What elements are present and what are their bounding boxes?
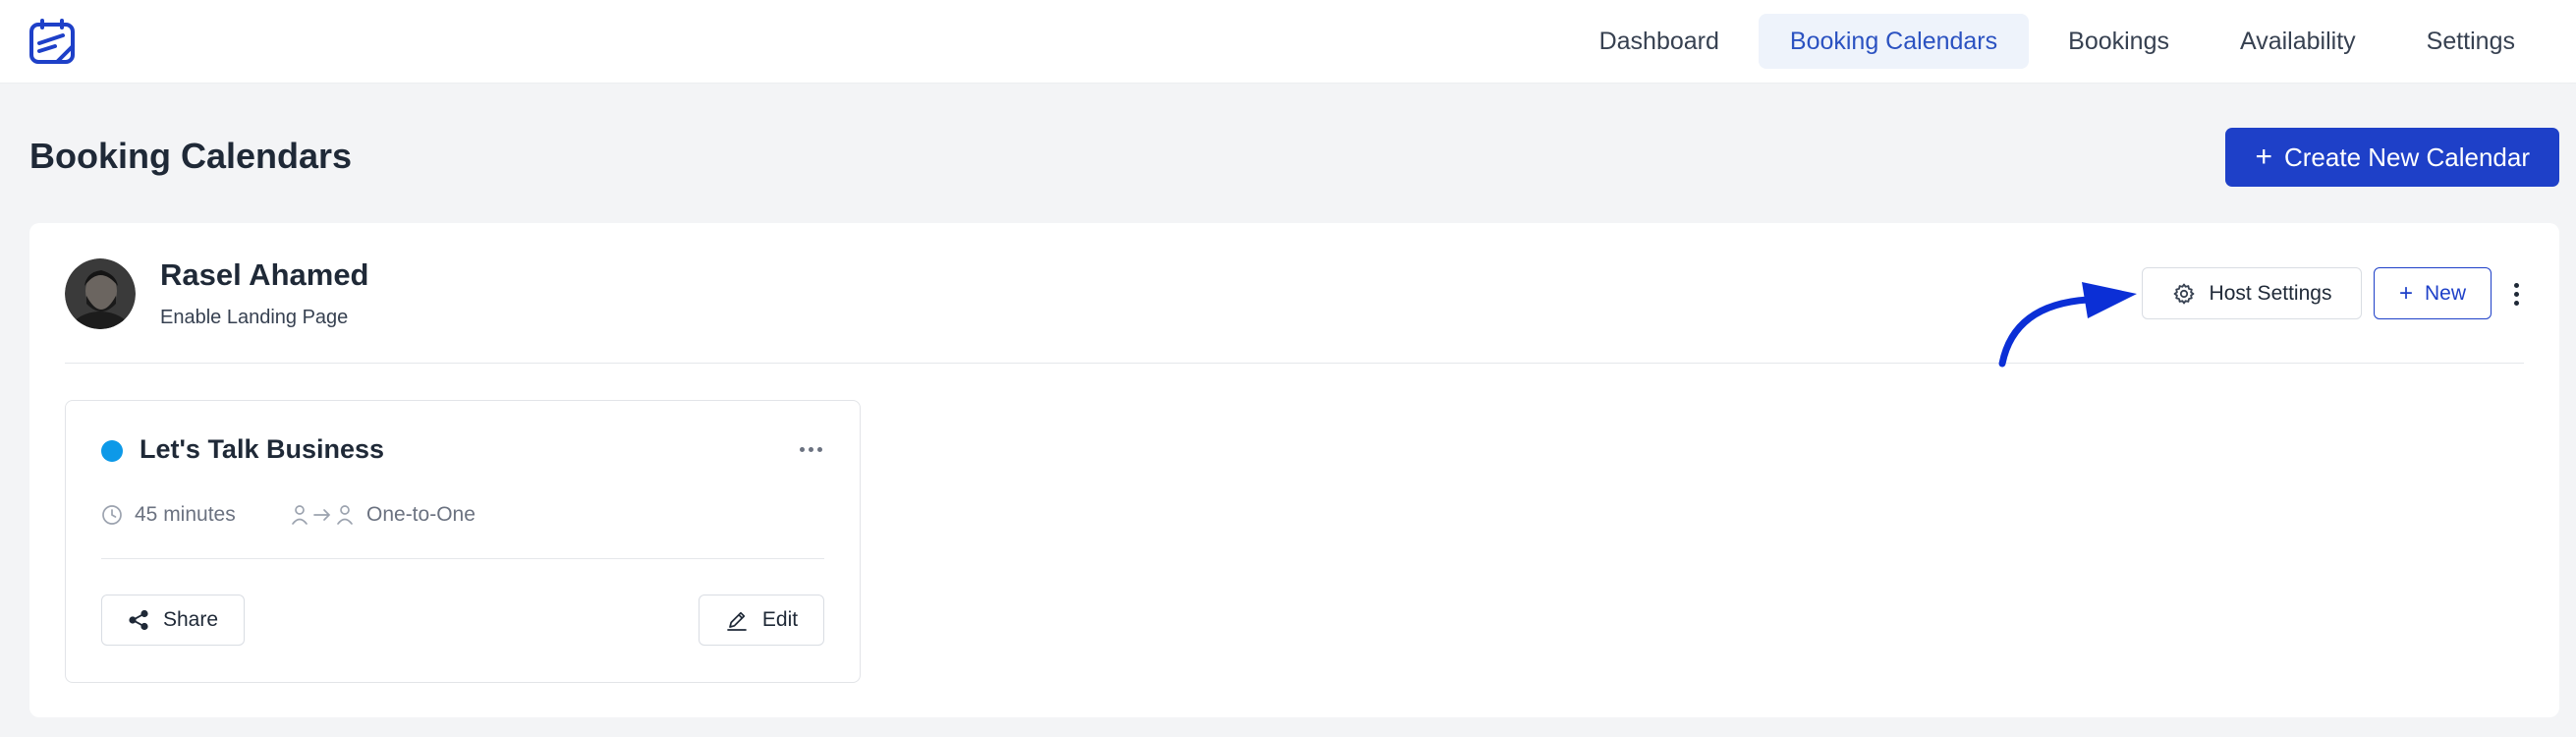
share-button[interactable]: Share [101,595,245,646]
main-nav: Dashboard Booking Calendars Bookings Ava… [1568,14,2547,69]
host-calendar-card: Rasel Ahamed Enable Landing Page Host Se… [29,223,2559,717]
share-icon [128,609,149,631]
host-settings-label: Host Settings [2209,281,2332,305]
host-name: Rasel Ahamed [160,257,369,292]
event-more-options-icon[interactable] [800,447,822,452]
new-label: New [2425,281,2467,305]
host-info: Rasel Ahamed Enable Landing Page [160,257,369,329]
event-color-dot [101,440,123,462]
top-navigation-bar: Dashboard Booking Calendars Bookings Ava… [0,0,2576,84]
nav-item-availability[interactable]: Availability [2209,14,2387,69]
host-settings-button[interactable]: Host Settings [2142,267,2362,319]
nav-item-booking-calendars[interactable]: Booking Calendars [1758,14,2030,69]
event-divider [101,558,824,559]
host-header: Rasel Ahamed Enable Landing Page [65,257,369,329]
host-more-options-icon[interactable] [2507,274,2525,313]
user-arrow-user-icon [290,503,355,527]
avatar [65,257,136,329]
new-event-button[interactable]: + New [2374,267,2492,319]
enable-landing-page-link[interactable]: Enable Landing Page [160,307,369,329]
nav-item-bookings[interactable]: Bookings [2037,14,2201,69]
divider [65,363,2524,364]
nav-item-dashboard[interactable]: Dashboard [1568,14,1751,69]
event-type: One-to-One [290,499,476,531]
gear-icon [2172,282,2196,306]
page-title: Booking Calendars [29,136,353,176]
plus-icon: + [2398,279,2413,307]
edit-label: Edit [761,608,799,631]
pencil-icon [725,608,749,632]
duration-label: 45 minutes [135,503,236,526]
share-label: Share [162,608,219,631]
clock-icon [101,504,123,526]
create-new-calendar-button[interactable]: + Create New Calendar [2225,128,2559,187]
create-new-calendar-label: Create New Calendar [2283,142,2530,172]
event-duration: 45 minutes [101,499,236,531]
edit-button[interactable]: Edit [699,595,824,646]
nav-item-settings[interactable]: Settings [2395,14,2547,69]
event-type-label: One-to-One [366,503,476,526]
event-title[interactable]: Let's Talk Business [140,434,384,465]
calendar-logo-icon[interactable] [28,17,77,66]
annotation-arrow-icon [1989,273,2147,371]
plus-icon: + [2255,141,2272,173]
event-card: Let's Talk Business 45 minutes One-to-On… [65,400,861,683]
